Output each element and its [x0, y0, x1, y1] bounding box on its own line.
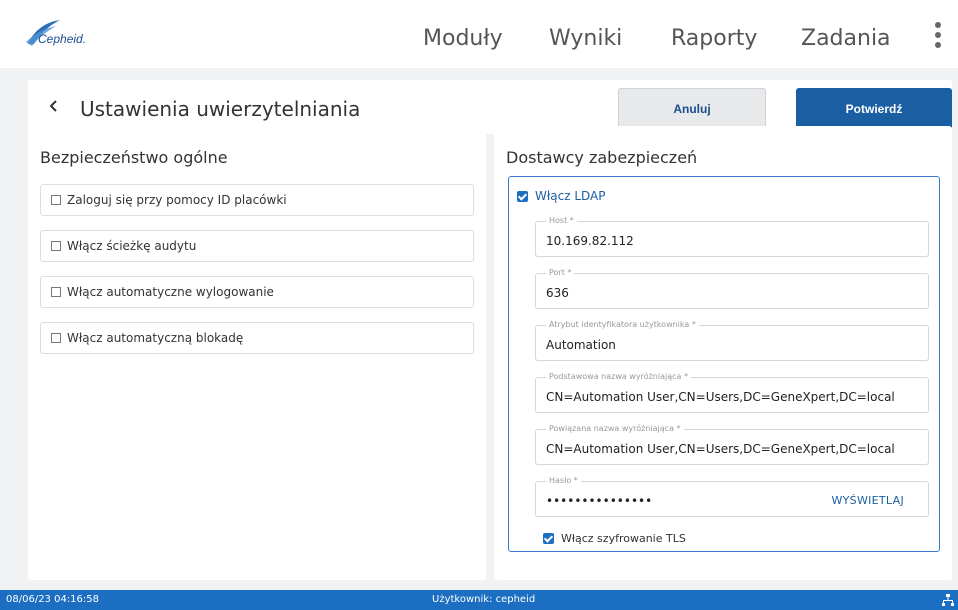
- cepheid-logo: Cepheid.: [24, 18, 134, 52]
- host-field-label: Host *: [546, 216, 577, 225]
- option-label: Włącz automatyczną blokadę: [67, 331, 244, 345]
- option-auto-logout[interactable]: Włącz automatyczne wylogowanie: [40, 276, 474, 308]
- checkbox-unchecked[interactable]: [51, 333, 61, 343]
- more-menu-icon[interactable]: [930, 20, 946, 50]
- back-button[interactable]: [38, 90, 70, 122]
- port-field[interactable]: Port * 636: [535, 268, 929, 309]
- logo-text: Cepheid.: [38, 32, 87, 46]
- base-dn-field[interactable]: Podstawowa nazwa wyróżniająca * CN=Autom…: [535, 372, 929, 413]
- checkbox-unchecked[interactable]: [51, 195, 61, 205]
- page-content: Ustawienia uwierzytelniania Anuluj Potwi…: [0, 68, 958, 590]
- show-password-button[interactable]: WYŚWIETLAJ: [831, 494, 904, 507]
- option-audit-trail[interactable]: Włącz ścieżkę audytu: [40, 230, 474, 262]
- nav-zadania[interactable]: Zadania: [801, 26, 891, 51]
- option-label: Włącz automatyczne wylogowanie: [67, 285, 274, 299]
- option-label: Włącz ścieżkę audytu: [67, 239, 197, 253]
- bind-dn-label: Powiązana nazwa wyróżniająca *: [546, 424, 684, 433]
- nav-raporty[interactable]: Raporty: [671, 26, 757, 51]
- nav-moduly[interactable]: Moduły: [423, 26, 503, 51]
- status-user: Użytkownik: cepheid: [432, 594, 536, 605]
- ldap-enable-toggle[interactable]: Włącz LDAP: [517, 189, 606, 203]
- password-field[interactable]: Hasło * ••••••••••••••• WYŚWIETLAJ: [535, 476, 929, 517]
- base-dn-label: Podstawowa nazwa wyróżniająca *: [546, 372, 691, 381]
- confirm-button[interactable]: Potwierdź: [796, 88, 952, 130]
- checkbox-unchecked[interactable]: [51, 241, 61, 251]
- user-id-attribute-field[interactable]: Atrybut identyfikatora użytkownika * Aut…: [535, 320, 929, 361]
- checkbox-checked-icon[interactable]: [517, 190, 528, 202]
- tls-enable-toggle[interactable]: Włącz szyfrowanie TLS: [543, 532, 686, 545]
- base-dn-value: CN=Automation User,CN=Users,DC=GeneXpert…: [546, 390, 895, 404]
- option-label: Zaloguj się przy pomocy ID placówki: [67, 193, 287, 207]
- security-providers-title: Dostawcy zabezpieczeń: [506, 148, 698, 167]
- cancel-button[interactable]: Anuluj: [618, 88, 766, 130]
- checkbox-unchecked[interactable]: [51, 287, 61, 297]
- user-id-attribute-value: Automation: [546, 338, 616, 352]
- checkbox-checked-icon[interactable]: [543, 533, 554, 544]
- nav-wyniki[interactable]: Wyniki: [549, 26, 622, 51]
- host-field-value: 10.169.82.112: [546, 234, 634, 248]
- ldap-settings-box: Włącz LDAP Host * 10.169.82.112 Port * 6…: [508, 176, 940, 552]
- option-facility-id-login[interactable]: Zaloguj się przy pomocy ID placówki: [40, 184, 474, 216]
- host-field[interactable]: Host * 10.169.82.112: [535, 216, 929, 257]
- password-label: Hasło *: [546, 476, 581, 485]
- status-bar: 08/06/23 04:16:58 Użytkownik: cepheid: [0, 590, 958, 610]
- port-field-value: 636: [546, 286, 569, 300]
- bind-dn-value: CN=Automation User,CN=Users,DC=GeneXpert…: [546, 442, 895, 456]
- chevron-left-icon: [49, 100, 57, 112]
- port-field-label: Port *: [546, 268, 575, 277]
- tls-enable-label: Włącz szyfrowanie TLS: [561, 532, 686, 545]
- option-auto-lock[interactable]: Włącz automatyczną blokadę: [40, 322, 474, 354]
- network-icon: [942, 594, 954, 606]
- top-navigation-bar: Cepheid. Moduły Wyniki Raporty Zadania: [0, 0, 958, 68]
- status-datetime: 08/06/23 04:16:58: [6, 594, 100, 605]
- security-providers-panel: Dostawcy zabezpieczeń Włącz LDAP Host * …: [494, 126, 952, 580]
- user-id-attribute-label: Atrybut identyfikatora użytkownika *: [546, 320, 699, 329]
- ldap-enable-label: Włącz LDAP: [535, 189, 606, 203]
- page-title: Ustawienia uwierzytelniania: [80, 97, 361, 121]
- password-value: •••••••••••••••: [546, 494, 653, 508]
- bind-dn-field[interactable]: Powiązana nazwa wyróżniająca * CN=Automa…: [535, 424, 929, 465]
- general-security-title: Bezpieczeństwo ogólne: [40, 148, 228, 167]
- general-security-panel: Bezpieczeństwo ogólne Zaloguj się przy p…: [28, 126, 486, 580]
